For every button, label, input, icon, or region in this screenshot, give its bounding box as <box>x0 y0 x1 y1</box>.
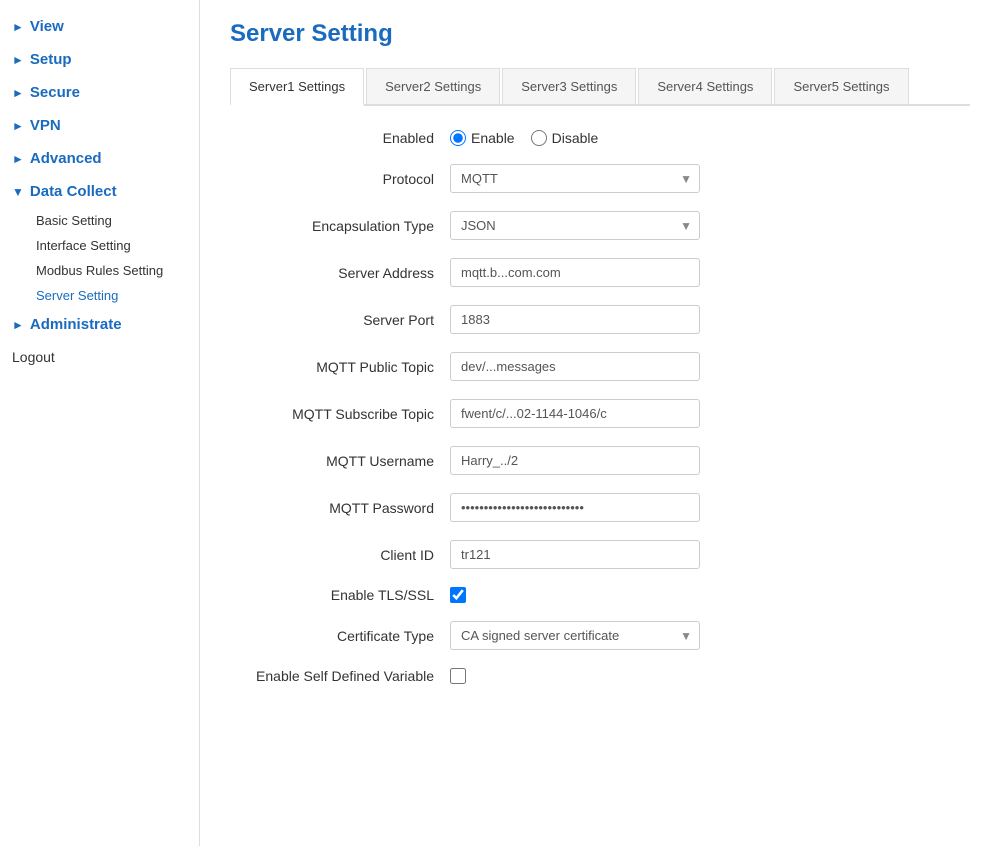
sidebar-item-administrate[interactable]: ► Administrate <box>0 308 199 341</box>
server-settings-form: Enabled Enable Disable Protocol <box>230 130 970 684</box>
enable-tls-checkbox[interactable] <box>450 587 466 603</box>
tab-server1[interactable]: Server1 Settings <box>230 68 364 106</box>
mqtt-password-input[interactable] <box>450 493 700 522</box>
page-title: Server Setting <box>230 20 970 48</box>
sidebar-item-advanced[interactable]: ► Advanced <box>0 142 199 175</box>
protocol-select[interactable]: MQTT HTTP TCP <box>450 164 700 193</box>
chevron-right-icon: ► <box>12 20 24 34</box>
sidebar-item-modbus-rules-setting[interactable]: Modbus Rules Setting <box>24 258 199 283</box>
encapsulation-control: JSON CSV XML ▼ <box>450 211 970 240</box>
encapsulation-select[interactable]: JSON CSV XML <box>450 211 700 240</box>
sidebar-item-data-collect[interactable]: ▼ Data Collect <box>0 175 199 208</box>
chevron-right-icon: ► <box>12 119 24 133</box>
chevron-right-icon: ► <box>12 318 24 332</box>
mqtt-subscribe-topic-input[interactable] <box>450 399 700 428</box>
certificate-type-control: CA signed server certificate Self signed… <box>450 621 970 650</box>
main-content: Server Setting Server1 Settings Server2 … <box>200 0 1000 846</box>
server-address-control <box>450 258 970 287</box>
enabled-row: Enabled Enable Disable <box>230 130 970 146</box>
tab-server5[interactable]: Server5 Settings <box>774 68 908 104</box>
enabled-radio-group: Enable Disable <box>450 130 598 146</box>
enable-self-defined-label: Enable Self Defined Variable <box>230 668 450 684</box>
sidebar: ► View ► Setup ► Secure ► VPN ► Advanced… <box>0 0 200 846</box>
sidebar-item-server-setting[interactable]: Server Setting <box>24 283 199 308</box>
chevron-right-icon: ► <box>12 152 24 166</box>
certificate-type-row: Certificate Type CA signed server certif… <box>230 621 970 650</box>
server-port-input[interactable] <box>450 305 700 334</box>
enable-self-defined-control <box>450 668 970 684</box>
mqtt-subscribe-topic-control <box>450 399 970 428</box>
sidebar-sub-data-collect: Basic Setting Interface Setting Modbus R… <box>0 208 199 308</box>
server-port-control <box>450 305 970 334</box>
enable-radio[interactable] <box>450 130 466 146</box>
enable-self-defined-checkbox[interactable] <box>450 668 466 684</box>
enable-tls-row: Enable TLS/SSL <box>230 587 970 603</box>
enabled-control: Enable Disable <box>450 130 970 146</box>
sidebar-item-vpn[interactable]: ► VPN <box>0 109 199 142</box>
enable-tls-control <box>450 587 970 603</box>
sidebar-item-secure[interactable]: ► Secure <box>0 76 199 109</box>
protocol-row: Protocol MQTT HTTP TCP ▼ <box>230 164 970 193</box>
mqtt-password-row: MQTT Password <box>230 493 970 522</box>
enable-self-defined-row: Enable Self Defined Variable <box>230 668 970 684</box>
enabled-label: Enabled <box>230 130 450 146</box>
sidebar-item-interface-setting[interactable]: Interface Setting <box>24 233 199 258</box>
protocol-label: Protocol <box>230 171 450 187</box>
mqtt-public-topic-row: MQTT Public Topic <box>230 352 970 381</box>
mqtt-password-label: MQTT Password <box>230 500 450 516</box>
server-tabs: Server1 Settings Server2 Settings Server… <box>230 68 970 106</box>
mqtt-public-topic-control <box>450 352 970 381</box>
tab-server4[interactable]: Server4 Settings <box>638 68 772 104</box>
server-port-row: Server Port <box>230 305 970 334</box>
server-port-label: Server Port <box>230 312 450 328</box>
enable-tls-label: Enable TLS/SSL <box>230 587 450 603</box>
server-address-label: Server Address <box>230 265 450 281</box>
certificate-type-select[interactable]: CA signed server certificate Self signed… <box>450 621 700 650</box>
disable-radio-label[interactable]: Disable <box>531 130 599 146</box>
mqtt-subscribe-topic-label: MQTT Subscribe Topic <box>230 406 450 422</box>
chevron-right-icon: ► <box>12 53 24 67</box>
client-id-control <box>450 540 970 569</box>
encapsulation-row: Encapsulation Type JSON CSV XML ▼ <box>230 211 970 240</box>
mqtt-subscribe-topic-row: MQTT Subscribe Topic <box>230 399 970 428</box>
server-address-row: Server Address <box>230 258 970 287</box>
mqtt-username-control <box>450 446 970 475</box>
mqtt-password-control <box>450 493 970 522</box>
mqtt-username-input[interactable] <box>450 446 700 475</box>
protocol-select-wrap: MQTT HTTP TCP ▼ <box>450 164 700 193</box>
mqtt-public-topic-input[interactable] <box>450 352 700 381</box>
sidebar-item-view[interactable]: ► View <box>0 10 199 43</box>
certificate-type-select-wrap: CA signed server certificate Self signed… <box>450 621 700 650</box>
protocol-control: MQTT HTTP TCP ▼ <box>450 164 970 193</box>
sidebar-item-setup[interactable]: ► Setup <box>0 43 199 76</box>
mqtt-username-row: MQTT Username <box>230 446 970 475</box>
client-id-row: Client ID <box>230 540 970 569</box>
client-id-input[interactable] <box>450 540 700 569</box>
chevron-down-icon: ▼ <box>12 185 24 199</box>
encapsulation-select-wrap: JSON CSV XML ▼ <box>450 211 700 240</box>
mqtt-public-topic-label: MQTT Public Topic <box>230 359 450 375</box>
chevron-right-icon: ► <box>12 86 24 100</box>
enable-radio-label[interactable]: Enable <box>450 130 515 146</box>
logout-button[interactable]: Logout <box>0 341 199 373</box>
disable-radio[interactable] <box>531 130 547 146</box>
server-address-input[interactable] <box>450 258 700 287</box>
mqtt-username-label: MQTT Username <box>230 453 450 469</box>
encapsulation-label: Encapsulation Type <box>230 218 450 234</box>
tab-server3[interactable]: Server3 Settings <box>502 68 636 104</box>
sidebar-item-basic-setting[interactable]: Basic Setting <box>24 208 199 233</box>
client-id-label: Client ID <box>230 547 450 563</box>
tab-server2[interactable]: Server2 Settings <box>366 68 500 104</box>
certificate-type-label: Certificate Type <box>230 628 450 644</box>
